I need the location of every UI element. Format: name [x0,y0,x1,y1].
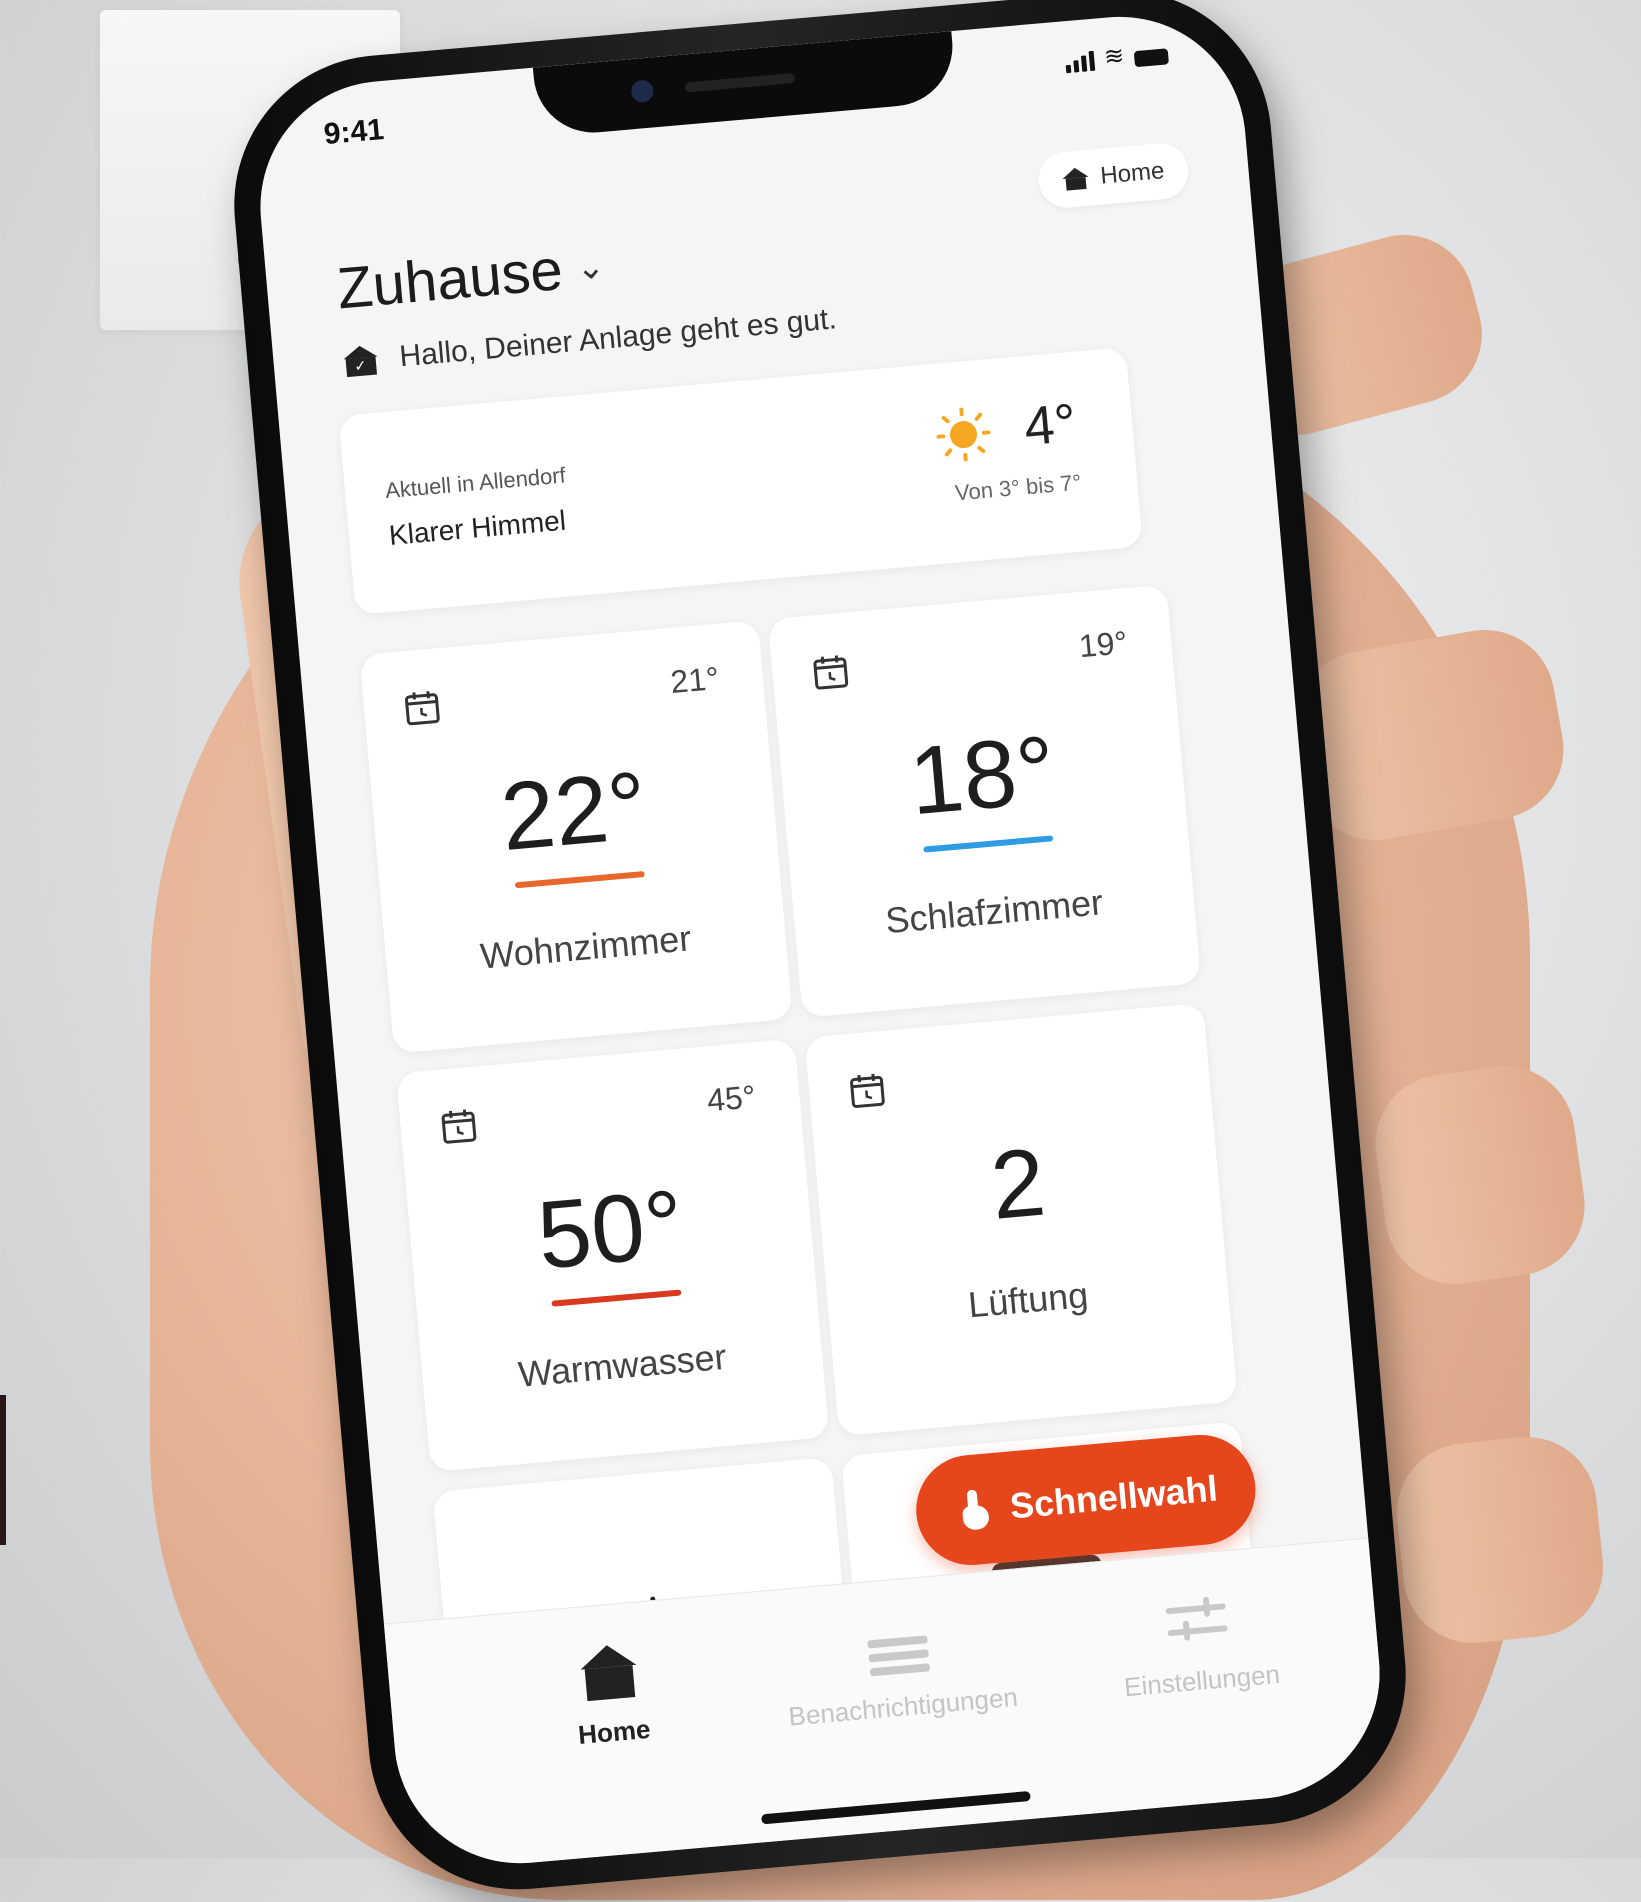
tile-label: Warmwasser [421,1327,823,1404]
finger [1390,1430,1610,1650]
weather-location: Aktuell in Allendorf [384,462,567,504]
weather-card[interactable]: Aktuell in Allendorf Klarer Himmel 4° Vo… [338,347,1142,615]
tile-warmwasser[interactable]: 45° 50° Warmwasser [396,1039,829,1472]
earpiece [685,73,795,93]
tile-setpoint: 21° [669,660,720,701]
status-icons: ≋ [1064,40,1169,73]
tile-accent-bar [515,871,645,888]
sliders-icon [1165,1591,1229,1650]
tile-value: 50° [406,1158,814,1302]
home-chip-button[interactable]: Home [1036,141,1190,210]
tile-value: 22° [370,740,778,884]
tile-accent-bar [923,835,1053,852]
front-camera [630,79,654,103]
signal-icon [1065,51,1096,73]
phone: 9:41 ≋ Home Zuhause ⌄ ✓ Hallo, Deiner An… [222,0,1418,1902]
home-icon [1062,167,1090,191]
weather-condition: Klarer Himmel [388,505,567,552]
inbox-icon [866,1617,930,1676]
tab-settings-label: Einstellungen [1071,1654,1333,1708]
hand-pointer-icon [959,1489,990,1531]
quick-select-label: Schnellwahl [1008,1468,1219,1528]
tile-label: Wohnzimmer [385,909,787,986]
home-icon [579,1643,639,1702]
location-selector[interactable]: Zuhause ⌄ [335,232,608,322]
schedule-icon [848,1071,887,1110]
tile-accent-bar [551,1289,681,1306]
house-check-icon: ✓ [343,344,379,377]
schedule-icon [811,653,850,692]
greeting-text: Hallo, Deiner Anlage geht es gut. [398,302,838,374]
home-chip-label: Home [1099,157,1165,190]
weather-range: Von 3° bis 7° [954,470,1082,507]
background-edge [0,1395,6,1545]
battery-icon [1134,48,1169,67]
tile-lueftung[interactable]: 2 Lüftung [804,1003,1237,1436]
tab-settings[interactable]: Einstellungen [1065,1583,1333,1708]
tab-home[interactable]: Home [477,1634,745,1759]
weather-temperature: 4° [1022,392,1079,458]
wifi-icon: ≋ [1103,44,1125,70]
tile-value: 2 [814,1112,1222,1256]
tile-setpoint: 45° [706,1078,757,1119]
tab-notifications[interactable]: Benachrichtigungen [766,1609,1034,1734]
phone-screen: 9:41 ≋ Home Zuhause ⌄ ✓ Hallo, Deiner An… [250,6,1390,1873]
tile-value: 18° [778,704,1186,848]
status-time: 9:41 [322,113,385,152]
sun-icon [932,403,995,466]
home-indicator [761,1791,1031,1824]
schedule-icon [403,688,442,727]
finger [1366,1057,1593,1293]
tile-schlafzimmer[interactable]: 19° 18° Schlafzimmer [768,584,1201,1017]
tile-wohnzimmer[interactable]: 21° 22° Wohnzimmer [359,620,792,1053]
tile-label: Schlafzimmer [793,873,1195,950]
tile-setpoint: 19° [1077,624,1128,665]
chevron-down-icon: ⌄ [574,246,606,288]
tab-notifications-label: Benachrichtigungen [772,1680,1034,1734]
tile-label: Lüftung [827,1262,1229,1339]
schedule-icon [439,1107,478,1146]
page-title: Zuhause [335,236,566,322]
tab-home-label: Home [483,1706,745,1760]
